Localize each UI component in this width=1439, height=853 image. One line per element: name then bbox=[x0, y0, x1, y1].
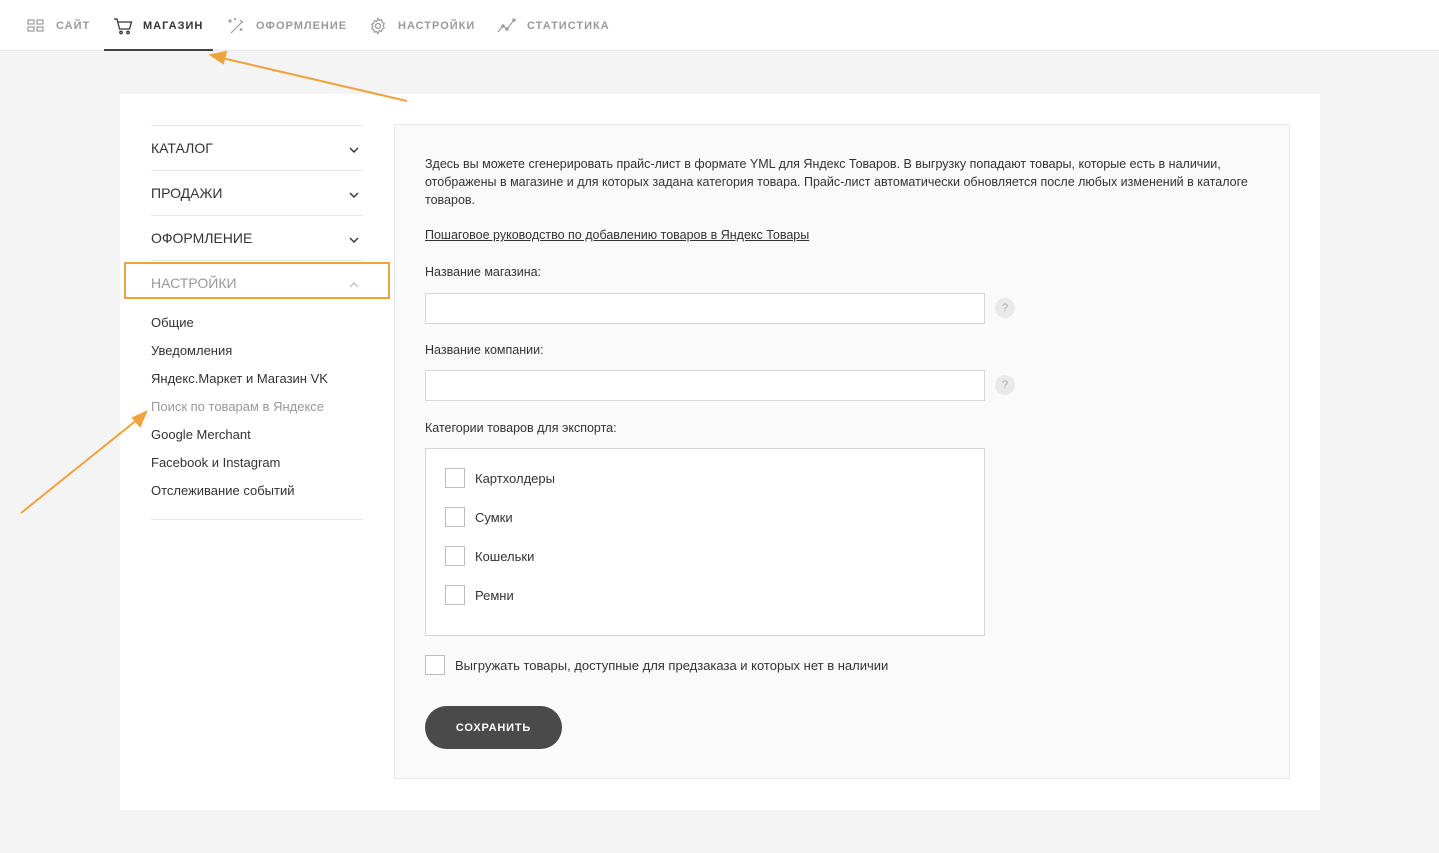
nav-tab-label: НАСТРОЙКИ bbox=[398, 19, 476, 32]
category-label: Ремни bbox=[475, 587, 514, 603]
category-row: Ремни bbox=[445, 585, 514, 605]
sidebar-item-yandex-search[interactable]: Поиск по товарам в Яндексе bbox=[151, 393, 363, 421]
shop-name-label: Название магазина: bbox=[425, 265, 542, 279]
sidebar-item-facebook-instagram[interactable]: Facebook и Instagram bbox=[151, 449, 363, 477]
shop-name-input[interactable] bbox=[425, 293, 985, 324]
preorder-label: Выгружать товары, доступные для предзака… bbox=[455, 657, 889, 673]
nav-tab-label: СТАТИСТИКА bbox=[527, 19, 610, 32]
preorder-checkbox[interactable] bbox=[425, 655, 445, 675]
gear-icon bbox=[368, 16, 388, 36]
sidebar-section-label: ПРОДАЖИ bbox=[151, 185, 223, 201]
cart-icon bbox=[113, 16, 133, 36]
company-name-label: Название компании: bbox=[425, 343, 544, 357]
annotation-arrowhead bbox=[208, 50, 228, 65]
category-checkbox-cardholders[interactable] bbox=[445, 468, 465, 488]
sidebar-item-notifications[interactable]: Уведомления bbox=[151, 337, 363, 365]
settings-submenu: Общие Уведомления Яндекс.Маркет и Магази… bbox=[151, 305, 363, 520]
category-checkbox-wallets[interactable] bbox=[445, 546, 465, 566]
sidebar-item-google-merchant[interactable]: Google Merchant bbox=[151, 421, 363, 449]
chevron-down-icon bbox=[349, 185, 359, 201]
intro-text: Здесь вы можете сгенерировать прайс-лист… bbox=[425, 157, 1248, 207]
save-button[interactable]: СОХРАНИТЬ bbox=[425, 706, 562, 749]
categories-box: Картхолдеры Сумки Кошельки Ремни bbox=[425, 448, 985, 636]
magic-wand-icon bbox=[226, 16, 246, 36]
nav-tab-statistics[interactable]: СТАТИСТИКА bbox=[497, 0, 610, 51]
company-name-help-icon[interactable]: ? bbox=[995, 375, 1015, 395]
category-checkbox-bags[interactable] bbox=[445, 507, 465, 527]
chevron-up-icon bbox=[349, 275, 359, 291]
category-label: Сумки bbox=[475, 509, 513, 525]
sidebar-section-label: НАСТРОЙКИ bbox=[151, 275, 237, 291]
sidebar-section-catalog[interactable]: КАТАЛОГ bbox=[151, 125, 363, 170]
grid-icon bbox=[26, 16, 46, 36]
chart-line-icon bbox=[497, 16, 517, 36]
sidebar: КАТАЛОГ ПРОДАЖИ ОФОРМЛЕНИЕ НАСТРОЙКИ Общ… bbox=[151, 125, 363, 520]
top-nav: САЙТ МАГАЗИН ОФОРМЛЕНИЕ НАСТРОЙКИ СТАТИС… bbox=[0, 0, 1439, 51]
sidebar-section-design[interactable]: ОФОРМЛЕНИЕ bbox=[151, 215, 363, 260]
sidebar-section-sales[interactable]: ПРОДАЖИ bbox=[151, 170, 363, 215]
content-panel: Здесь вы можете сгенерировать прайс-лист… bbox=[394, 124, 1290, 779]
nav-tab-design[interactable]: ОФОРМЛЕНИЕ bbox=[226, 0, 347, 51]
sidebar-section-settings[interactable]: НАСТРОЙКИ bbox=[151, 260, 363, 305]
shop-name-help-icon[interactable]: ? bbox=[995, 298, 1015, 318]
sidebar-item-yandex-market-vk[interactable]: Яндекс.Маркет и Магазин VK bbox=[151, 365, 363, 393]
nav-tab-site[interactable]: САЙТ bbox=[26, 0, 90, 51]
category-label: Картхолдеры bbox=[475, 470, 555, 486]
chevron-down-icon bbox=[349, 140, 359, 156]
preorder-row: Выгружать товары, доступные для предзака… bbox=[425, 655, 888, 675]
guide-link[interactable]: Пошаговое руководство по добавлению това… bbox=[425, 228, 809, 242]
sidebar-section-label: ОФОРМЛЕНИЕ bbox=[151, 230, 253, 246]
sidebar-item-general[interactable]: Общие bbox=[151, 309, 363, 337]
category-row: Картхолдеры bbox=[445, 468, 555, 488]
category-row: Кошельки bbox=[445, 546, 534, 566]
nav-tab-label: САЙТ bbox=[56, 19, 91, 32]
nav-tab-label: МАГАЗИН bbox=[143, 19, 204, 32]
nav-tab-settings[interactable]: НАСТРОЙКИ bbox=[368, 0, 475, 51]
categories-label: Категории товаров для экспорта: bbox=[425, 421, 617, 435]
company-name-input[interactable] bbox=[425, 370, 985, 401]
sidebar-section-label: КАТАЛОГ bbox=[151, 140, 213, 156]
nav-tab-shop[interactable]: МАГАЗИН bbox=[103, 0, 214, 51]
chevron-down-icon bbox=[349, 230, 359, 246]
main-card: КАТАЛОГ ПРОДАЖИ ОФОРМЛЕНИЕ НАСТРОЙКИ Общ… bbox=[120, 94, 1320, 810]
nav-tab-label: ОФОРМЛЕНИЕ bbox=[256, 19, 348, 32]
category-checkbox-belts[interactable] bbox=[445, 585, 465, 605]
sidebar-item-event-tracking[interactable]: Отслеживание событий bbox=[151, 477, 363, 505]
category-row: Сумки bbox=[445, 507, 513, 527]
category-label: Кошельки bbox=[475, 548, 535, 564]
